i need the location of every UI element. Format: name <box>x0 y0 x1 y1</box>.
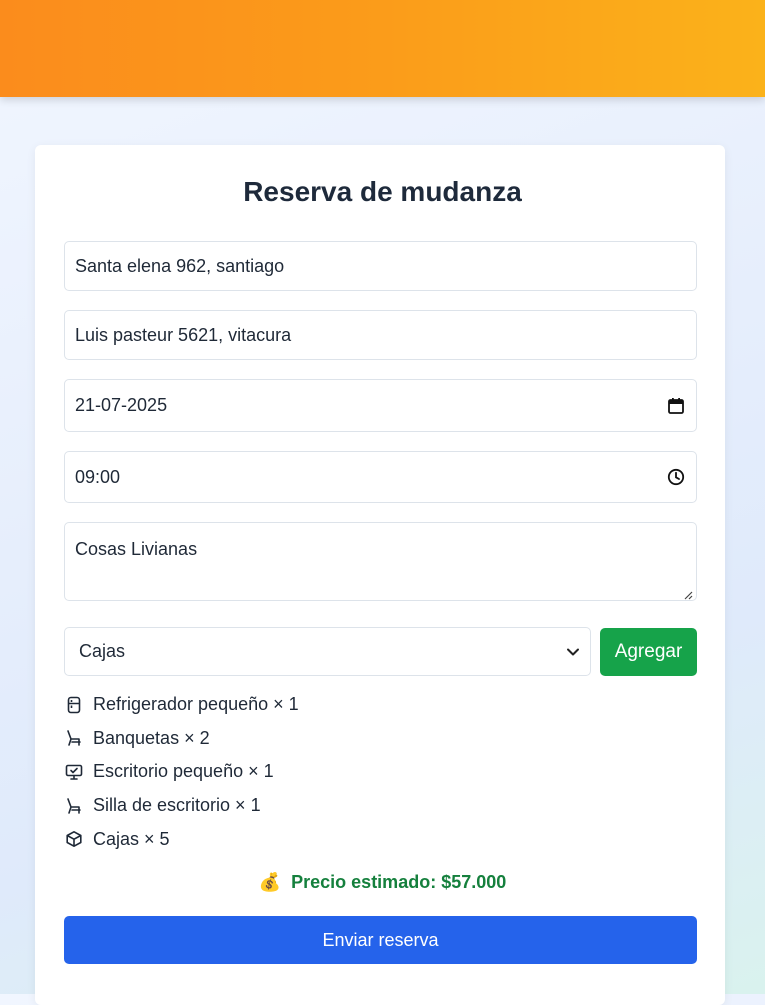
item-select[interactable]: Cajas <box>64 627 591 676</box>
resize-handle-icon[interactable] <box>682 587 693 600</box>
date-value: 21-07-2025 <box>75 395 168 415</box>
list-item: Cajas × 5 <box>64 822 299 856</box>
money-bag-icon: 💰 <box>258 872 282 892</box>
list-item: Banquetas × 2 <box>64 722 299 756</box>
submit-booking-button[interactable]: Enviar reserva <box>64 916 697 964</box>
list-item-label: Refrigerador pequeño × 1 <box>93 694 299 715</box>
time-input[interactable]: 09:00 <box>64 451 697 503</box>
calendar-icon[interactable] <box>666 396 686 416</box>
list-item: Silla de escritorio × 1 <box>64 789 299 823</box>
chair-icon <box>64 796 84 816</box>
chair-icon <box>64 728 84 748</box>
origin-address-input[interactable] <box>64 241 697 291</box>
destination-address-input[interactable] <box>64 310 697 360</box>
item-select-value: Cajas <box>79 641 126 661</box>
list-item-label: Banquetas × 2 <box>93 727 210 748</box>
item-list: Refrigerador pequeño × 1 Banquetas × 2 E… <box>64 688 299 856</box>
list-item-label: Cajas × 5 <box>93 828 170 849</box>
header-banner <box>0 0 765 97</box>
notes-textarea[interactable]: Cosas Livianas <box>64 522 697 601</box>
time-value: 09:00 <box>75 466 121 487</box>
estimated-price: 💰 Precio estimado: $57.000 <box>0 872 765 893</box>
monitor-icon <box>64 762 84 782</box>
chevron-down-icon <box>566 641 580 662</box>
fridge-icon <box>64 695 84 715</box>
box-icon <box>64 829 84 849</box>
list-item-label: Silla de escritorio × 1 <box>93 795 261 816</box>
list-item: Refrigerador pequeño × 1 <box>64 688 299 722</box>
add-item-button[interactable]: Agregar <box>600 628 697 676</box>
page-title: Reserva de mudanza <box>243 176 522 207</box>
estimated-price-text: Precio estimado: $57.000 <box>291 872 507 892</box>
clock-icon[interactable] <box>666 467 686 487</box>
date-input[interactable]: 21-07-2025 <box>64 379 697 432</box>
list-item: Escritorio pequeño × 1 <box>64 755 299 789</box>
list-item-label: Escritorio pequeño × 1 <box>93 761 274 782</box>
